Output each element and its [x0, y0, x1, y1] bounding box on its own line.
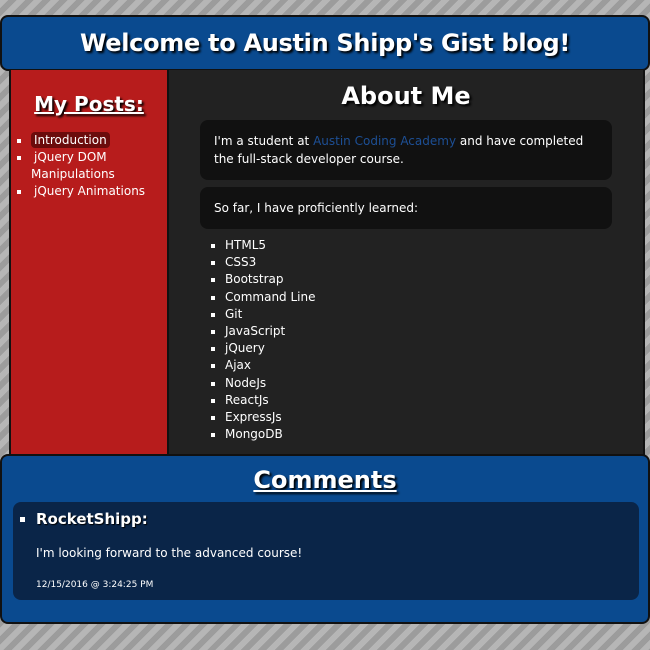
list-item: Git — [225, 306, 643, 323]
comment-timestamp: 12/15/2016 @ 3:24:25 PM — [36, 580, 154, 590]
list-item: ExpressJs — [225, 409, 643, 426]
sidebar-heading: My Posts: — [34, 92, 144, 116]
comment-list: RocketShipp: — [13, 508, 639, 530]
page-header: Welcome to Austin Shipp's Gist blog! — [0, 15, 650, 71]
list-item: CSS3 — [225, 254, 643, 271]
list-item: Command Line — [225, 289, 643, 306]
list-item: ReactJs — [225, 392, 643, 409]
main-heading: About Me — [341, 82, 471, 110]
learned-card: So far, I have proficiently learned: — [200, 187, 612, 229]
sidebar-item-label[interactable]: jQuery DOM Manipulations — [31, 149, 118, 182]
sidebar-item-jquery-dom[interactable]: jQuery DOM Manipulations — [31, 149, 167, 183]
list-item: Bootstrap — [225, 271, 643, 288]
skills-list: HTML5 CSS3 Bootstrap Command Line Git Ja… — [169, 237, 643, 443]
list-item: HTML5 — [225, 237, 643, 254]
sidebar-item-jquery-animations[interactable]: jQuery Animations — [31, 183, 167, 200]
list-item: JavaScript — [225, 323, 643, 340]
content-area: My Posts: Introduction jQuery DOM Manipu… — [9, 70, 645, 457]
list-item: Ajax — [225, 357, 643, 374]
list-item: NodeJs — [225, 375, 643, 392]
comment-card: RocketShipp: I'm looking forward to the … — [13, 502, 639, 600]
comment-author: RocketShipp: — [36, 508, 639, 530]
page-title: Welcome to Austin Shipp's Gist blog! — [79, 29, 571, 57]
learned-text: So far, I have proficiently learned: — [214, 201, 419, 215]
comments-section: Comments RocketShipp: I'm looking forwar… — [0, 454, 650, 624]
main-panel: About Me I'm a student at Austin Coding … — [169, 70, 643, 455]
intro-text: I'm a student at — [214, 134, 314, 148]
sidebar-item-label[interactable]: jQuery Animations — [31, 183, 148, 199]
comments-heading: Comments — [253, 466, 397, 494]
intro-card: I'm a student at Austin Coding Academy a… — [200, 120, 612, 180]
list-item: MongoDB — [225, 426, 643, 443]
sidebar-item-label[interactable]: Introduction — [31, 132, 110, 148]
comment-body: I'm looking forward to the advanced cour… — [36, 546, 303, 560]
sidebar-item-introduction[interactable]: Introduction — [31, 132, 167, 149]
posts-list: Introduction jQuery DOM Manipulations jQ… — [11, 132, 167, 200]
academy-link[interactable]: Austin Coding Academy — [313, 134, 456, 148]
sidebar: My Posts: Introduction jQuery DOM Manipu… — [11, 70, 169, 455]
list-item: jQuery — [225, 340, 643, 357]
